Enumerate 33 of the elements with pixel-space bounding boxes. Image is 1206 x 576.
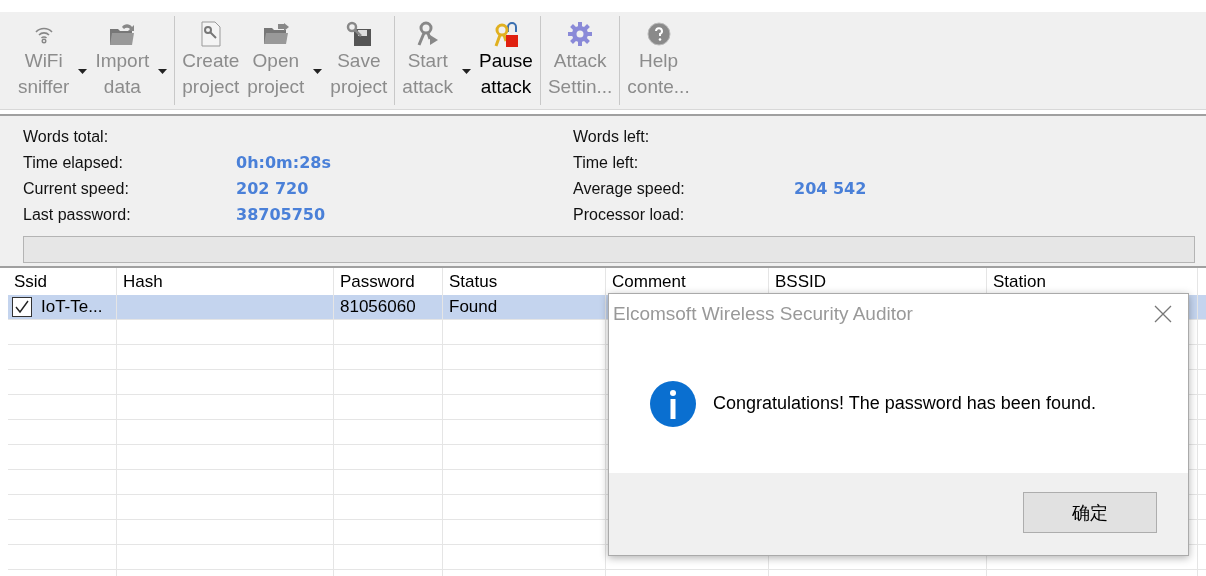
key-document-icon — [199, 21, 222, 47]
caret-icon — [312, 69, 322, 74]
stat-label: Words left: — [573, 127, 651, 147]
caret-icon — [461, 69, 471, 74]
stat-value: 202 720 — [236, 178, 309, 200]
table-cell: 81056060 — [334, 295, 443, 319]
folder-icon — [108, 21, 137, 47]
stat-value: 38705750 — [236, 204, 326, 226]
table-cell: IoT-Te... — [39, 295, 117, 319]
caret-icon — [77, 69, 87, 74]
stat-label: Processor load: — [573, 205, 686, 225]
gear-icon — [567, 21, 594, 47]
stat-label: Time left: — [573, 153, 640, 173]
key-disk-icon — [345, 21, 372, 47]
stat-value: 204 542 — [794, 178, 867, 200]
close-icon[interactable] — [1154, 305, 1172, 323]
caret-icon — [157, 69, 167, 74]
stat-label: Time elapsed: — [23, 153, 124, 173]
stat-label: Average speed: — [573, 179, 686, 199]
toolbar-button[interactable]: Pause attack — [475, 12, 537, 109]
table-cell: Found — [443, 295, 606, 319]
dialog-message: Congratulations! The password has been found. — [713, 392, 1096, 415]
info-icon — [649, 379, 697, 428]
stat-label: Current speed: — [23, 179, 130, 199]
keys-icon — [415, 21, 440, 47]
stat-value: 0h:0m:28s — [236, 152, 331, 174]
keys-lock-icon — [493, 20, 519, 48]
folder-icon — [261, 22, 290, 46]
help-icon — [646, 22, 671, 46]
stat-label: Last password: — [23, 205, 132, 225]
checkbox[interactable] — [12, 297, 32, 317]
ok-button[interactable]: 确定 — [1023, 491, 1157, 533]
stat-label: Words total: — [23, 127, 110, 147]
